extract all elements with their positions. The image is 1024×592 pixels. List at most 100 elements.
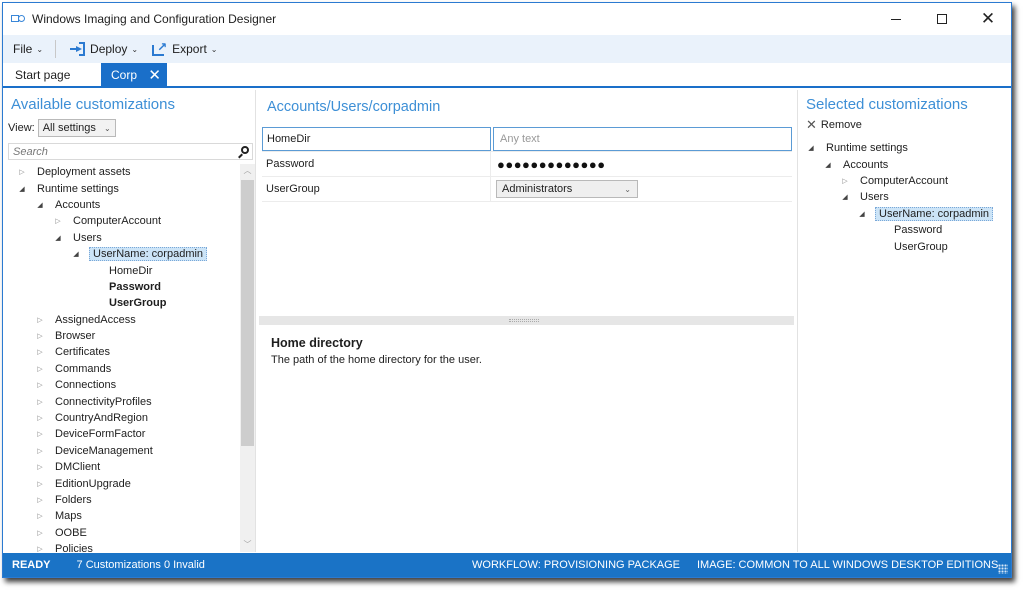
homedir-input[interactable]: Any text xyxy=(493,127,792,151)
tree-item[interactable]: UserGroup xyxy=(3,295,240,311)
tree-item[interactable]: ▷ Policies xyxy=(3,541,240,552)
tree-item[interactable]: ◢ UserName: corpadmin xyxy=(3,246,240,262)
scroll-down-icon[interactable]: ﹀ xyxy=(240,538,255,552)
maximize-button[interactable] xyxy=(919,3,965,35)
close-window-button[interactable]: ✕ xyxy=(965,3,1011,35)
collapsed-arrow-icon[interactable]: ▷ xyxy=(35,365,45,373)
tab-corp[interactable]: Corp ✕ xyxy=(101,63,167,86)
view-value: All settings xyxy=(42,122,96,134)
expanded-arrow-icon[interactable]: ◢ xyxy=(71,250,81,258)
collapsed-arrow-icon[interactable]: ▷ xyxy=(35,545,45,552)
tree-item[interactable]: HomeDir xyxy=(3,262,240,278)
collapsed-arrow-icon[interactable]: ▷ xyxy=(840,177,850,185)
tree-item[interactable]: ▷ CountryAndRegion xyxy=(3,410,240,426)
export-menu-button[interactable]: ↗ Export ⌄ xyxy=(152,41,218,56)
tab-start-page[interactable]: Start page xyxy=(3,63,101,86)
tree-item[interactable]: ▷ ComputerAccount xyxy=(3,213,240,229)
status-text: READY xyxy=(12,559,51,571)
collapsed-arrow-icon[interactable]: ▷ xyxy=(35,430,45,438)
tree-item[interactable]: ▷ Browser xyxy=(3,328,240,344)
setting-row-homedir[interactable]: HomeDir Any text xyxy=(262,127,792,152)
vertical-scrollbar[interactable]: ︿ ﹀ xyxy=(240,164,255,552)
tree-item[interactable]: ◢ Users xyxy=(3,230,240,246)
deploy-menu-button[interactable]: Deploy ⌄ xyxy=(70,42,138,56)
minimize-button[interactable] xyxy=(873,3,919,35)
expanded-arrow-icon[interactable]: ◢ xyxy=(823,161,833,169)
usergroup-dropdown[interactable]: Administrators ⌄ xyxy=(496,180,638,198)
window-controls: ✕ xyxy=(873,3,1011,35)
tree-item[interactable]: Password xyxy=(798,222,1011,238)
tree-item[interactable]: ◢ Accounts xyxy=(798,156,1011,172)
tree-item-label: Browser xyxy=(55,330,96,343)
tree-item[interactable]: ▷ OOBE xyxy=(3,525,240,541)
collapsed-arrow-icon[interactable]: ▷ xyxy=(35,512,45,520)
scroll-thumb[interactable] xyxy=(241,180,254,446)
close-icon: ✕ xyxy=(980,9,996,28)
setting-row-password[interactable]: Password ●●●●●●●●●●●●● xyxy=(262,152,792,177)
setting-row-usergroup[interactable]: UserGroup Administrators ⌄ xyxy=(262,177,792,202)
tree-item[interactable]: ▷ Certificates xyxy=(3,344,240,360)
tree-item[interactable]: ◢ Runtime settings xyxy=(3,180,240,196)
tree-item[interactable]: ◢ Accounts xyxy=(3,197,240,213)
tree-item[interactable]: ◢ UserName: corpadmin xyxy=(798,206,1011,222)
tree-item[interactable]: ▷ DMClient xyxy=(3,459,240,475)
file-menu-button[interactable]: File ⌄ xyxy=(13,42,43,56)
tree-item[interactable]: UserGroup xyxy=(798,238,1011,254)
tree-item-label: Runtime settings xyxy=(826,142,908,155)
collapsed-arrow-icon[interactable]: ▷ xyxy=(35,447,45,455)
collapsed-arrow-icon[interactable]: ▷ xyxy=(35,348,45,356)
collapsed-arrow-icon[interactable]: ▷ xyxy=(35,332,45,340)
collapsed-arrow-icon[interactable]: ▷ xyxy=(17,168,27,176)
tree-item-label: EditionUpgrade xyxy=(55,477,131,490)
tree-item[interactable]: ▷ ComputerAccount xyxy=(798,173,1011,189)
file-label: File xyxy=(13,42,33,56)
expanded-arrow-icon[interactable]: ◢ xyxy=(17,185,27,193)
tree-item-label: DeviceManagement xyxy=(55,444,153,457)
view-select[interactable]: All settings ⌄ xyxy=(37,119,116,137)
tree-item-label: ConnectivityProfiles xyxy=(55,395,152,408)
search-input[interactable]: Search xyxy=(8,143,253,160)
collapsed-arrow-icon[interactable]: ▷ xyxy=(35,316,45,324)
setting-name: Password xyxy=(262,152,491,176)
expanded-arrow-icon[interactable]: ◢ xyxy=(840,193,850,201)
expanded-arrow-icon[interactable]: ◢ xyxy=(857,210,867,218)
tree-item[interactable]: ▷ Connections xyxy=(3,377,240,393)
tree-item[interactable]: ▷ ConnectivityProfiles xyxy=(3,393,240,409)
expanded-arrow-icon[interactable]: ◢ xyxy=(35,201,45,209)
tree-item[interactable]: ▷ Commands xyxy=(3,361,240,377)
collapsed-arrow-icon[interactable]: ▷ xyxy=(35,414,45,422)
collapsed-arrow-icon[interactable]: ▷ xyxy=(35,463,45,471)
collapsed-arrow-icon[interactable]: ▷ xyxy=(35,381,45,389)
help-pane: Home directory The path of the home dire… xyxy=(259,325,794,552)
tree-item[interactable]: ▷ Maps xyxy=(3,508,240,524)
password-input[interactable]: ●●●●●●●●●●●●● xyxy=(491,152,792,176)
collapsed-arrow-icon[interactable]: ▷ xyxy=(35,496,45,504)
chevron-down-icon: ⌄ xyxy=(36,44,44,54)
tree-item[interactable]: ▷ AssignedAccess xyxy=(3,312,240,328)
tree-item-label: Certificates xyxy=(55,346,111,359)
expanded-arrow-icon[interactable]: ◢ xyxy=(53,234,63,242)
expanded-arrow-icon[interactable]: ◢ xyxy=(806,144,816,152)
splitter-handle[interactable] xyxy=(509,319,539,322)
remove-button[interactable]: ✕ Remove xyxy=(798,116,1011,134)
collapsed-arrow-icon[interactable]: ▷ xyxy=(35,529,45,537)
tree-item-label: Maps xyxy=(55,510,82,523)
scroll-up-icon[interactable]: ︿ xyxy=(240,164,255,178)
tree-item[interactable]: ▷ DeviceManagement xyxy=(3,443,240,459)
panel-title: Selected customizations xyxy=(806,96,968,113)
collapsed-arrow-icon[interactable]: ▷ xyxy=(35,398,45,406)
tree-item[interactable]: ▷ DeviceFormFactor xyxy=(3,426,240,442)
collapsed-arrow-icon[interactable]: ▷ xyxy=(53,217,63,225)
close-tab-icon[interactable]: ✕ xyxy=(148,66,161,84)
tree-item[interactable]: ▷ Deployment assets xyxy=(3,164,240,180)
tree-item[interactable]: Password xyxy=(3,279,240,295)
tree-item[interactable]: ◢ Users xyxy=(798,189,1011,205)
remove-icon: ✕ xyxy=(806,117,817,132)
search-icon[interactable] xyxy=(237,145,249,158)
tree-item[interactable]: ◢ Runtime settings xyxy=(798,140,1011,156)
resize-grip-icon[interactable] xyxy=(998,564,1008,574)
tree-item[interactable]: ▷ Folders xyxy=(3,492,240,508)
collapsed-arrow-icon[interactable]: ▷ xyxy=(35,480,45,488)
usergroup-value: Administrators xyxy=(502,183,573,195)
tree-item[interactable]: ▷ EditionUpgrade xyxy=(3,475,240,491)
